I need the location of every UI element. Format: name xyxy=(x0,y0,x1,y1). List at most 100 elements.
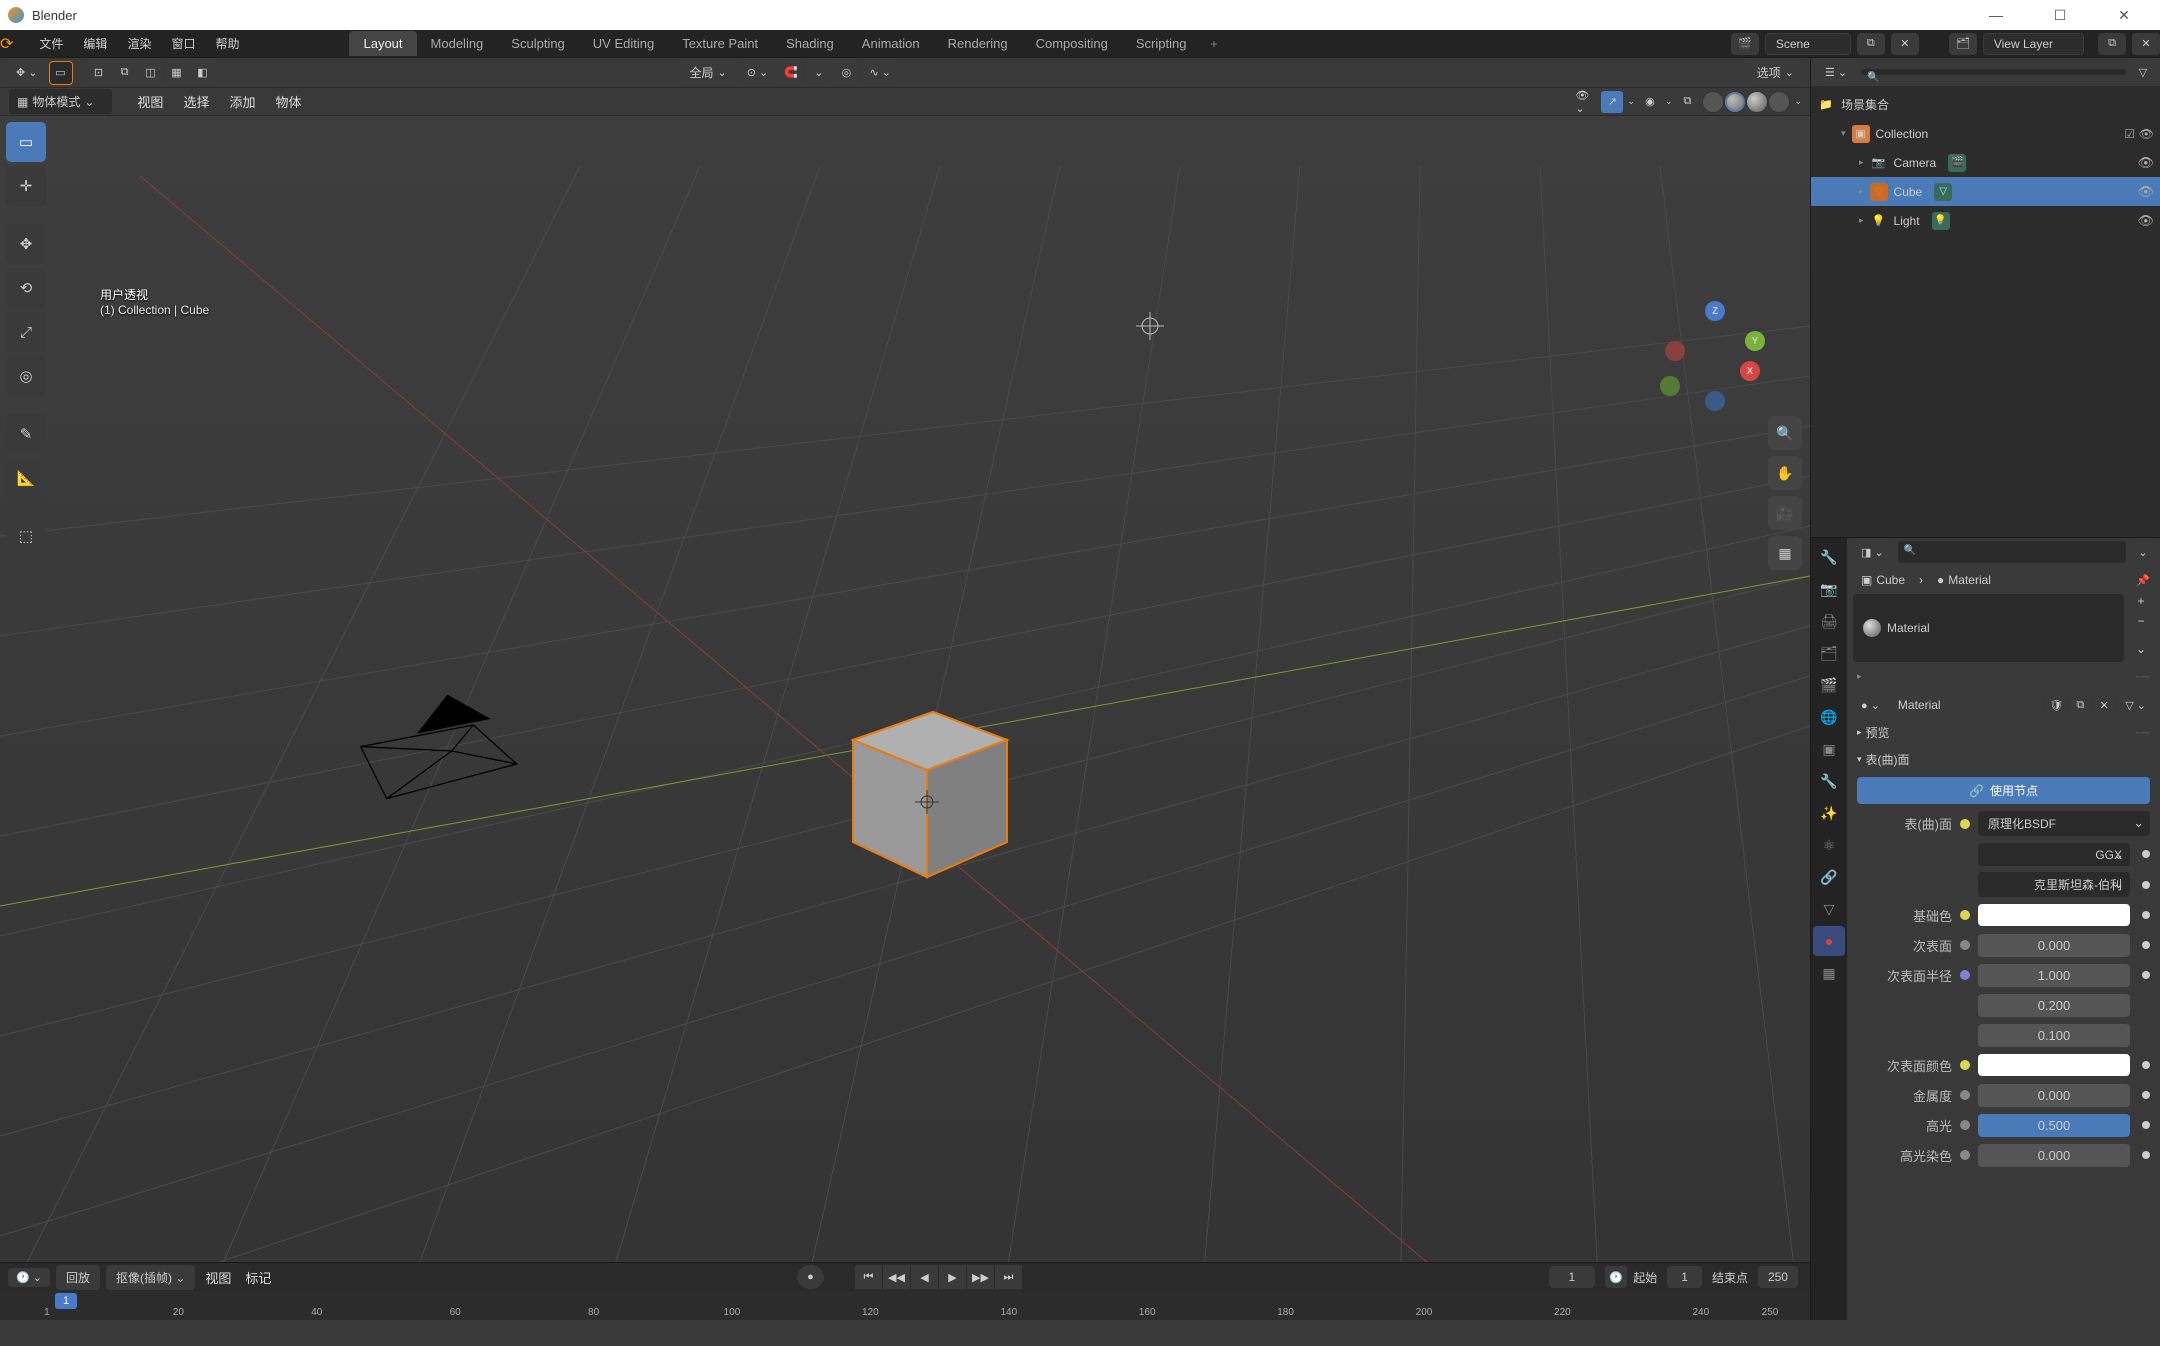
surface-panel-header[interactable]: ▾表(曲)面 xyxy=(1847,746,2160,773)
tl-view-menu[interactable]: 视图 xyxy=(201,1268,235,1287)
snap-edge-icon[interactable]: ⧉ xyxy=(114,62,136,84)
options-dropdown[interactable]: 选项 ⌄ xyxy=(1749,61,1802,84)
tab-uv-editing[interactable]: UV Editing xyxy=(579,31,668,56)
props-options-icon[interactable]: ⌄ xyxy=(2132,541,2154,563)
modifier-tab[interactable]: 🔧 xyxy=(1813,766,1845,796)
timeline-ruler[interactable]: 1 120406080100120140160180200220240250 xyxy=(0,1291,1810,1320)
viewlayer-icon[interactable]: 🗂 xyxy=(1949,33,1977,55)
maximize-button[interactable]: ☐ xyxy=(2040,3,2080,27)
unlink-mat-icon[interactable]: ✕ xyxy=(2093,694,2115,716)
specular-value[interactable]: 0.500 xyxy=(1978,1114,2130,1137)
eye-icon[interactable]: 👁 xyxy=(2137,213,2154,229)
snap-increment-icon[interactable]: ◧ xyxy=(192,62,214,84)
axis-nx-icon[interactable] xyxy=(1665,341,1685,361)
snap-vertex-icon[interactable]: ⊡ xyxy=(88,62,110,84)
eye-icon[interactable]: 👁 xyxy=(2137,155,2154,171)
surface-shader-dropdown[interactable]: 原理化BSDF xyxy=(1978,811,2150,836)
menu-编辑[interactable]: 编辑 xyxy=(73,35,117,52)
axis-y-icon[interactable]: Y xyxy=(1745,331,1765,351)
orientation-dropdown[interactable]: 全局 ⌄ xyxy=(682,61,735,84)
select-tool[interactable]: ▭ xyxy=(6,122,46,162)
blender-icon[interactable]: ⟳ xyxy=(0,34,13,54)
mode-dropdown[interactable]: ▦ 物体模式 ⌄ xyxy=(8,88,113,115)
outliner-item-light[interactable]: ▸💡Light💡👁 xyxy=(1811,206,2160,235)
close-button[interactable]: ✕ xyxy=(2104,3,2144,27)
scene-selector[interactable]: Scene xyxy=(1765,33,1851,55)
header-menu-添加[interactable]: 添加 xyxy=(225,92,259,111)
pin-icon[interactable]: 📌 xyxy=(2132,569,2154,591)
checkbox-icon[interactable]: ☑ xyxy=(2124,127,2135,141)
end-frame[interactable]: 250 xyxy=(1758,1266,1798,1288)
world-tab[interactable]: 🌐 xyxy=(1813,702,1845,732)
prev-key-icon[interactable]: ◀◀ xyxy=(883,1265,911,1289)
camera-object[interactable] xyxy=(330,686,530,816)
gizmo-toggle-icon[interactable]: ↗ xyxy=(1601,91,1623,113)
menu-文件[interactable]: 文件 xyxy=(29,35,73,52)
start-frame[interactable]: 1 xyxy=(1667,1266,1702,1288)
outliner-item-camera[interactable]: ▸📷Camera🎬👁 xyxy=(1811,148,2160,177)
transform-tool[interactable]: ◎ xyxy=(6,356,46,396)
socket-dot-icon[interactable] xyxy=(1960,970,1970,980)
scale-tool[interactable]: ⤢ xyxy=(6,312,46,352)
chevron-down-icon[interactable]: ▾ xyxy=(1841,128,1846,139)
distribution-dropdown[interactable]: GGX xyxy=(1978,843,2130,866)
zoom-button[interactable]: 🔍 xyxy=(1768,416,1802,450)
metallic-value[interactable]: 0.000 xyxy=(1978,1084,2130,1107)
camera-view-button[interactable]: 🎥 xyxy=(1768,496,1802,530)
tab-shading[interactable]: Shading xyxy=(772,31,848,56)
rendered-shading-icon[interactable] xyxy=(1768,91,1790,113)
socket-dot-icon[interactable] xyxy=(1960,819,1970,829)
current-frame[interactable]: 1 xyxy=(1549,1266,1596,1288)
socket-dot-icon[interactable] xyxy=(1960,1120,1970,1130)
keying-menu[interactable]: 抠像(插帧) ⌄ xyxy=(106,1265,195,1290)
socket-dot-icon[interactable] xyxy=(1960,1060,1970,1070)
timeline-editor-dropdown[interactable]: 🕐 ⌄ xyxy=(8,1268,50,1287)
axis-nz-icon[interactable] xyxy=(1705,391,1725,411)
next-key-icon[interactable]: ▶▶ xyxy=(967,1265,995,1289)
collection-row[interactable]: ▾ ▣ Collection ☑ 👁 xyxy=(1811,119,2160,148)
snap-volume-icon[interactable]: ▦ xyxy=(166,62,188,84)
nodeops-dropdown[interactable]: ▽ ⌄ xyxy=(2117,696,2154,715)
socket-dot-icon[interactable] xyxy=(1960,910,1970,920)
minimize-button[interactable]: — xyxy=(1976,3,2016,27)
overlay-toggle-icon[interactable]: ◉ xyxy=(1639,91,1661,113)
material-tab[interactable]: ● xyxy=(1813,926,1845,956)
play-reverse-icon[interactable]: ◀ xyxy=(911,1265,939,1289)
autokey-icon[interactable]: ● xyxy=(797,1265,825,1289)
jump-start-icon[interactable]: ⏮ xyxy=(855,1265,883,1289)
sss-radius-y[interactable]: 0.200 xyxy=(1978,994,2130,1017)
header-menu-物体[interactable]: 物体 xyxy=(271,92,305,111)
axis-x-icon[interactable]: X xyxy=(1740,361,1760,381)
scene-collection-row[interactable]: 📁 场景集合 xyxy=(1811,90,2160,119)
3d-viewport[interactable]: 用户透视 (1) Collection | Cube ▭ ✛ ✥ ⟲ ⤢ ◎ ✎… xyxy=(0,116,1810,1262)
chevron-right-icon[interactable]: ▸ xyxy=(1859,186,1864,197)
tab-compositing[interactable]: Compositing xyxy=(1022,31,1122,56)
tab-layout[interactable]: Layout xyxy=(349,31,416,56)
object-tab[interactable]: ▣ xyxy=(1813,734,1845,764)
material-browse-dropdown[interactable]: ● ⌄ xyxy=(1853,696,1888,715)
move-tool[interactable]: ✥ xyxy=(6,224,46,264)
material-slot[interactable]: Material xyxy=(1853,594,2124,662)
snap-toggle-icon[interactable]: 🧲 xyxy=(780,62,802,84)
socket-dot-icon[interactable] xyxy=(1960,940,1970,950)
visibility-icon[interactable]: 👁 ⌄ xyxy=(1575,91,1597,113)
copy-layer-icon[interactable]: ⧉ xyxy=(2098,33,2126,55)
constraint-tab[interactable]: 🔗 xyxy=(1813,862,1845,892)
sss-radius-x[interactable]: 1.000 xyxy=(1978,964,2130,987)
snap-mode-dropdown[interactable]: ⌄ xyxy=(806,63,831,82)
navigation-gizmo[interactable]: Z Y X xyxy=(1655,301,1765,411)
scene-tab[interactable]: 🎬 xyxy=(1813,670,1845,700)
props-search-input[interactable] xyxy=(1898,541,2126,563)
material-name-field[interactable]: Material xyxy=(1890,695,2043,715)
matprev-shading-icon[interactable] xyxy=(1746,91,1768,113)
scene-icon[interactable]: 🎬 xyxy=(1731,33,1759,55)
slot-menu-button[interactable]: ⌄ xyxy=(2128,642,2154,662)
axis-z-icon[interactable]: Z xyxy=(1705,301,1725,321)
crumb-object[interactable]: ▣ Cube xyxy=(1853,570,1913,590)
eye-icon[interactable]: 👁 xyxy=(2137,184,2154,200)
tab-modeling[interactable]: Modeling xyxy=(417,31,498,56)
proportional-icon[interactable]: ◎ xyxy=(835,62,857,84)
menu-渲染[interactable]: 渲染 xyxy=(117,35,161,52)
outliner-item-cube[interactable]: ▸▽Cube▽👁 xyxy=(1811,177,2160,206)
snap-face-icon[interactable]: ◫ xyxy=(140,62,162,84)
